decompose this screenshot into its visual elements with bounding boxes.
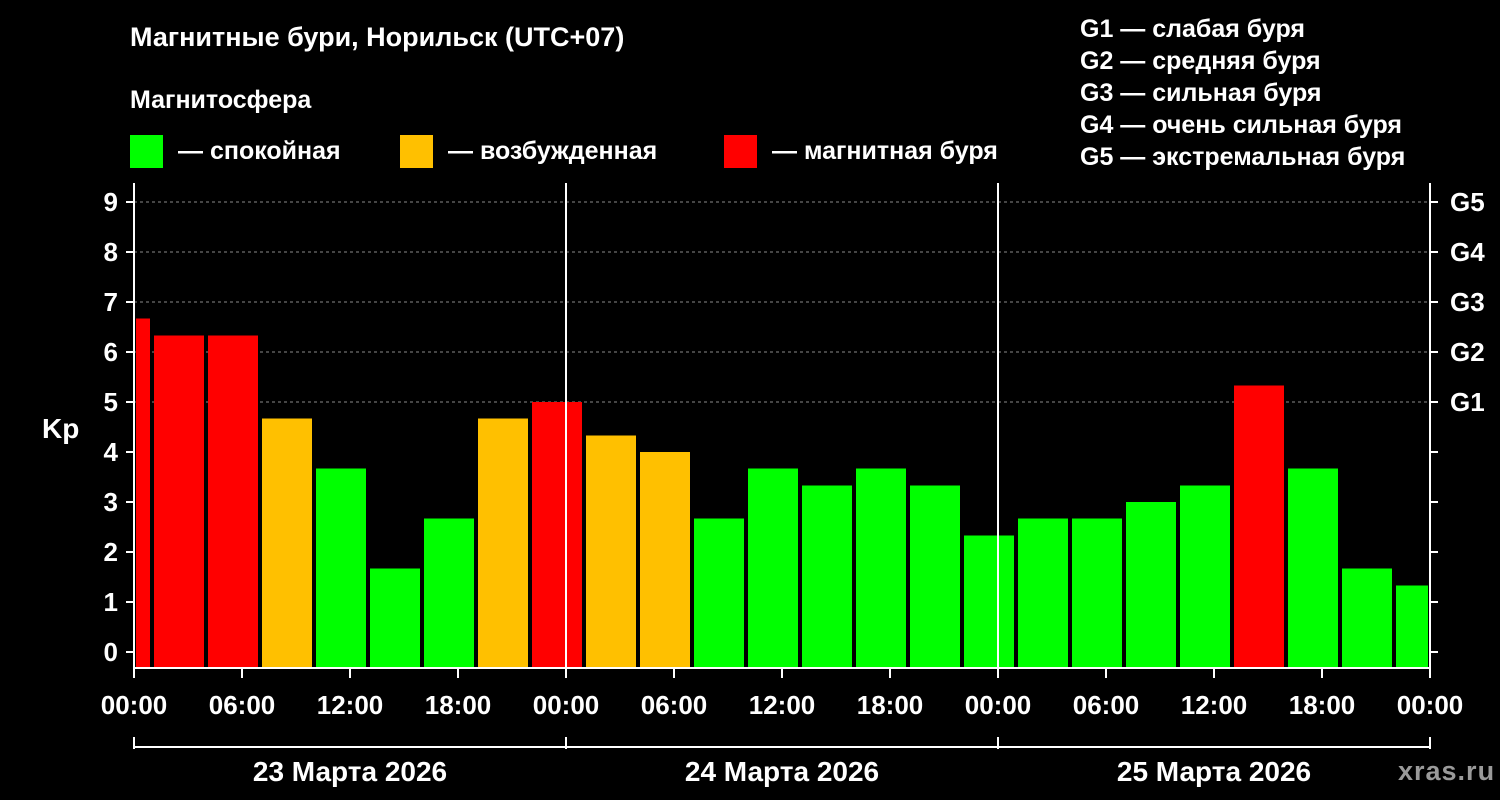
kp-bar: [1126, 502, 1176, 668]
kp-bar: [1180, 485, 1230, 668]
kp-bar: [1234, 385, 1284, 668]
x-tick-label: 18:00: [1289, 690, 1356, 720]
day-label: 24 Марта 2026: [685, 756, 879, 787]
y-tick-label: 0: [104, 637, 118, 667]
x-tick-label: 00:00: [965, 690, 1032, 720]
y-tick-label: 9: [104, 187, 118, 217]
y-tick-label: 3: [104, 487, 118, 517]
y-tick-label: 1: [104, 587, 118, 617]
day-label: 23 Марта 2026: [253, 756, 447, 787]
x-tick-label: 00:00: [1397, 690, 1464, 720]
g-level-label: G4: [1450, 237, 1485, 267]
kp-bar: [586, 435, 636, 668]
x-tick-label: 06:00: [1073, 690, 1140, 720]
kp-bar: [1018, 518, 1068, 668]
kp-bar: [802, 485, 852, 668]
watermark: xras.ru: [1398, 756, 1496, 786]
kp-bar: [316, 468, 366, 668]
g-level-label: G5: [1450, 187, 1485, 217]
x-tick-label: 00:00: [101, 690, 168, 720]
kp-bar: [532, 402, 582, 668]
kp-bar: [208, 335, 258, 668]
kp-bar: [1396, 585, 1428, 668]
kp-bar: [640, 452, 690, 668]
day-label: 25 Марта 2026: [1117, 756, 1311, 787]
kp-bar: [748, 468, 798, 668]
kp-bar-chart: 0 1 2 3 4 5 6 7 8 9 G1 G2 G3 G4 G5 Kp 00:00 06:00 12:00 18:…: [42, 183, 1485, 787]
g-level-label: G2: [1450, 337, 1485, 367]
kp-bar: [478, 418, 528, 668]
x-tick-label: 18:00: [857, 690, 924, 720]
x-tick-label: 12:00: [749, 690, 816, 720]
y-axis-label: Kp: [42, 413, 79, 444]
x-tick-label: 12:00: [317, 690, 384, 720]
kp-bar: [136, 318, 150, 668]
y-tick-label: 6: [104, 337, 118, 367]
x-tick-label: 00:00: [533, 690, 600, 720]
kp-bar: [370, 568, 420, 668]
x-tick-label: 06:00: [209, 690, 276, 720]
kp-bar: [1342, 568, 1392, 668]
kp-bar: [964, 535, 1014, 668]
kp-bar: [262, 418, 312, 668]
y-tick-label: 5: [104, 387, 118, 417]
y-tick-label: 4: [104, 437, 119, 467]
x-tick-label: 18:00: [425, 690, 492, 720]
g-level-label: G3: [1450, 287, 1485, 317]
kp-bar: [856, 468, 906, 668]
kp-bar: [1072, 518, 1122, 668]
kp-bar: [694, 518, 744, 668]
y-tick-label: 8: [104, 237, 118, 267]
y-tick-label: 2: [104, 537, 118, 567]
x-tick-label: 12:00: [1181, 690, 1248, 720]
kp-bar: [1288, 468, 1338, 668]
kp-bar: [424, 518, 474, 668]
kp-bar: [154, 335, 204, 668]
kp-bar: [910, 485, 960, 668]
y-tick-label: 7: [104, 287, 118, 317]
x-tick-label: 06:00: [641, 690, 708, 720]
g-level-label: G1: [1450, 387, 1485, 417]
